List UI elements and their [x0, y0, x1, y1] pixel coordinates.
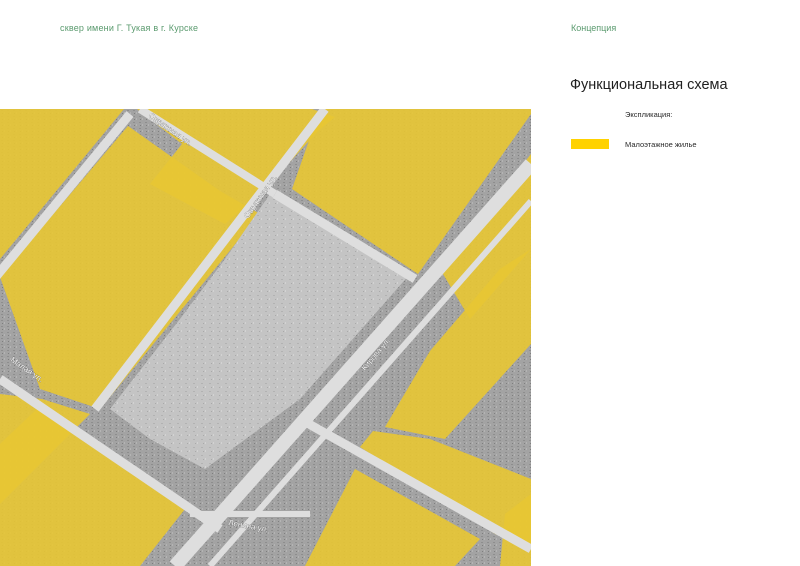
section-link[interactable]: Концепция [571, 23, 616, 33]
legend-label: Малоэтажное жилье [625, 139, 697, 149]
page-title: Функциональная схема [570, 77, 728, 93]
project-title: сквер имени Г. Тукая в г. Курске [60, 23, 199, 33]
legend-heading: Экспликация: [625, 110, 673, 119]
legend-item-low-rise-housing: Малоэтажное жилье [571, 139, 697, 149]
functional-scheme-map: Овражная ул. Овражная ул. Кирова ул. Мал… [0, 109, 531, 566]
legend-swatch [571, 139, 609, 149]
